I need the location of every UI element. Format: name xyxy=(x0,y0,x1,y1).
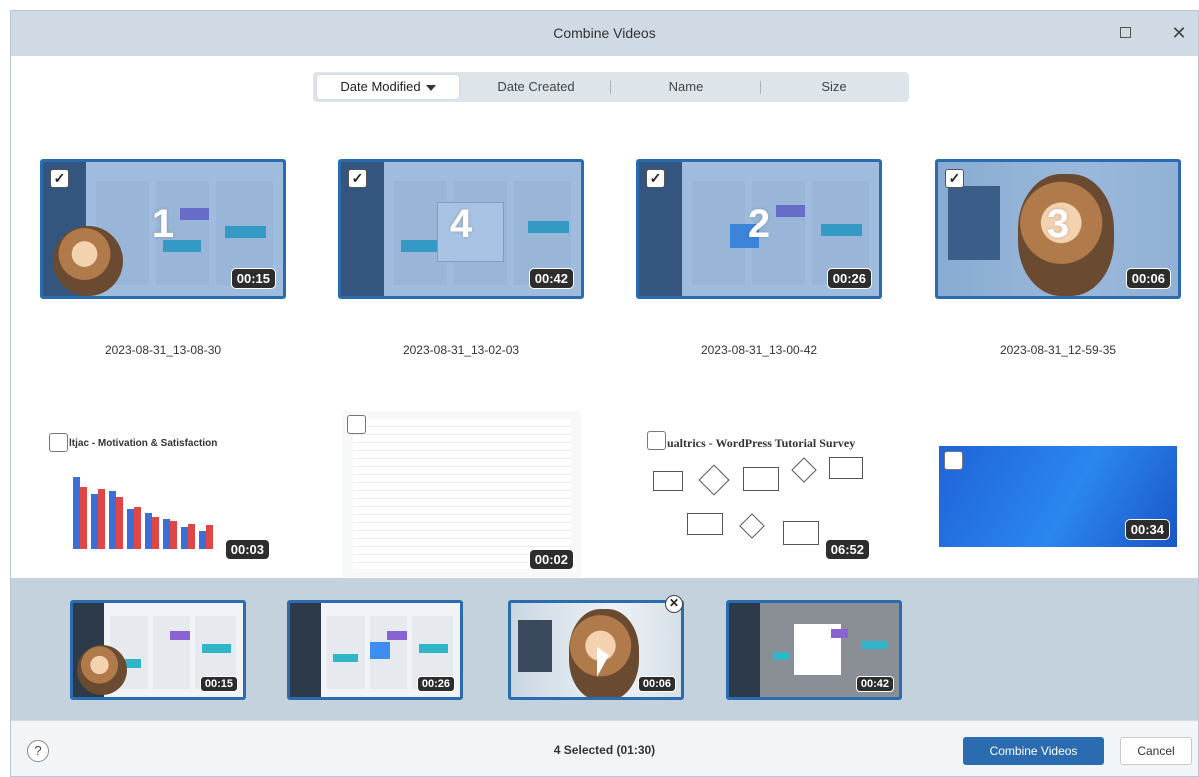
sort-date-modified-label: Date Modified xyxy=(340,79,421,94)
webcam-face xyxy=(77,645,127,695)
duration-badge: 00:34 xyxy=(1124,519,1170,540)
mouse-cursor-icon xyxy=(597,647,609,677)
combine-videos-dialog: Combine Videos ✕ Date Modified Date Crea… xyxy=(10,10,1199,777)
video-thumbnail-2[interactable]: ✓ 2 00:26 xyxy=(636,159,882,299)
video-name: 2023-08-31_13-00-42 xyxy=(700,343,818,357)
video-name: 2023-08-31_13-02-03 xyxy=(402,343,520,357)
close-button[interactable]: ✕ xyxy=(1169,23,1189,43)
sort-divider xyxy=(760,81,761,94)
video-name: 2023-08-31_12-59-35 xyxy=(999,343,1117,357)
sort-date-created-label: Date Created xyxy=(497,79,575,94)
sort-divider xyxy=(610,81,611,94)
cancel-button[interactable]: Cancel xyxy=(1120,737,1192,765)
duration-badge: 00:06 xyxy=(1125,268,1171,289)
checkbox-unchecked[interactable] xyxy=(647,431,666,450)
duration-badge: 00:26 xyxy=(826,268,872,289)
checkbox-checked[interactable]: ✓ xyxy=(50,169,69,188)
sort-size-tab[interactable]: Size xyxy=(763,75,905,99)
selected-clips-strip: 00:15 00:26 00:06 ✕ 00:42 xyxy=(11,578,1198,720)
video-thumbnail-wordpress-survey[interactable]: ualtrics - WordPress Tutorial Survey 06:… xyxy=(643,427,877,567)
checkbox-unchecked[interactable] xyxy=(944,451,963,470)
sort-date-modified-tab[interactable]: Date Modified xyxy=(317,75,459,99)
close-icon: ✕ xyxy=(668,596,680,610)
strip-clip-3[interactable]: 00:06 xyxy=(508,600,684,700)
footer: ? 4 Selected (01:30) Combine Videos Canc… xyxy=(11,720,1198,776)
checkbox-unchecked[interactable] xyxy=(49,433,68,452)
remove-clip-button[interactable]: ✕ xyxy=(665,595,683,613)
duration-badge: 00:03 xyxy=(224,539,270,560)
video-thumbnail-file-list[interactable]: 00:02 xyxy=(343,411,581,577)
title-bar: Combine Videos ✕ xyxy=(11,11,1198,56)
order-number: 1 xyxy=(151,202,175,246)
order-number: 2 xyxy=(747,202,771,246)
close-icon: ✕ xyxy=(1171,23,1187,43)
video-name: 2023-08-31_13-08-30 xyxy=(104,343,222,357)
duration-badge: 00:26 xyxy=(416,676,455,692)
sort-bar: Date Modified Date Created Name Size xyxy=(313,72,909,102)
duration-badge: 00:42 xyxy=(855,676,894,692)
strip-clip-2[interactable]: 00:26 xyxy=(287,600,463,700)
order-number: 4 xyxy=(449,202,473,246)
sort-date-created-tab[interactable]: Date Created xyxy=(463,75,609,99)
video-thumbnail-3[interactable]: ✓ 3 00:06 xyxy=(935,159,1181,299)
checkbox-checked[interactable]: ✓ xyxy=(348,169,367,188)
order-number: 3 xyxy=(1046,202,1070,246)
duration-badge: 06:52 xyxy=(824,539,870,560)
duration-badge: 00:15 xyxy=(230,268,276,289)
thumbnail-caption: ualtrics - WordPress Tutorial Survey xyxy=(667,436,856,450)
video-thumbnail-1[interactable]: ✓ 1 00:15 xyxy=(40,159,286,299)
sort-name-tab[interactable]: Name xyxy=(613,75,759,99)
checkbox-checked[interactable]: ✓ xyxy=(945,169,964,188)
maximize-icon xyxy=(1119,27,1131,38)
caret-down-icon xyxy=(425,84,436,91)
duration-badge: 00:42 xyxy=(528,268,574,289)
video-thumbnail-blue[interactable]: 00:34 xyxy=(939,446,1177,547)
duration-badge: 00:15 xyxy=(199,676,238,692)
dialog-title: Combine Videos xyxy=(553,25,656,41)
combine-videos-button[interactable]: Combine Videos xyxy=(963,737,1104,765)
sort-size-label: Size xyxy=(821,79,847,94)
strip-clip-1[interactable]: 00:15 xyxy=(70,600,246,700)
duration-badge: 00:02 xyxy=(528,549,574,570)
checkbox-checked[interactable]: ✓ xyxy=(646,169,665,188)
strip-clip-4[interactable]: 00:42 xyxy=(726,600,902,700)
thumbnail-caption: ltjac - Motivation & Satisfaction xyxy=(69,438,218,449)
video-thumbnail-motivation[interactable]: ltjac - Motivation & Satisfaction 00:03 xyxy=(45,427,277,567)
duration-badge: 00:06 xyxy=(637,676,676,692)
maximize-button[interactable] xyxy=(1115,23,1135,43)
video-thumbnail-4[interactable]: ✓ 4 00:42 xyxy=(338,159,584,299)
checkbox-unchecked[interactable] xyxy=(347,415,366,434)
sort-name-label: Name xyxy=(668,79,704,94)
